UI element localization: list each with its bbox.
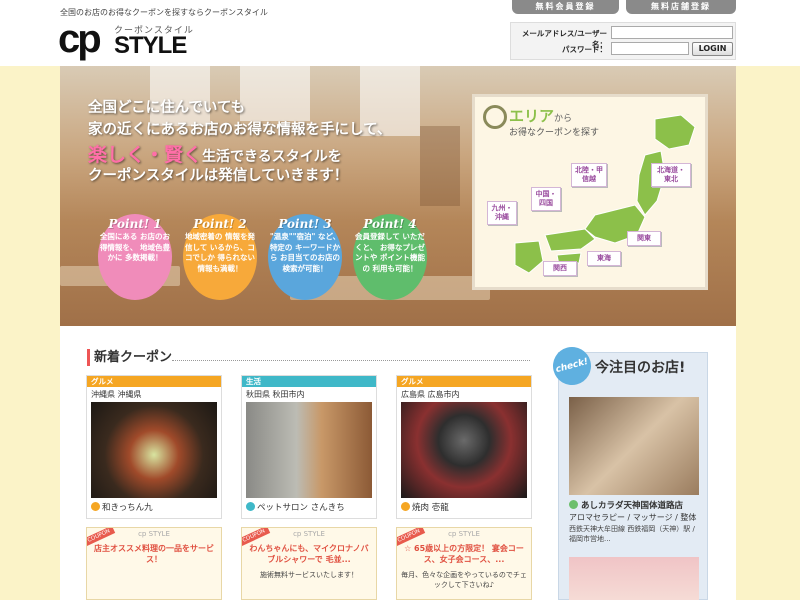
card-photo[interactable] (246, 402, 372, 498)
right-band (736, 66, 800, 600)
area-search-box: エリアから お得なクーポンを探す 北海道・東北 北陸・甲信越 中国・四国 九州・… (472, 94, 708, 290)
point-3-badge: Point! 3 "温泉""宿泊" など、特定の キーワードから お目当てのお店… (268, 214, 342, 300)
site-logo[interactable]: cp クーポンスタイル STYLE (58, 18, 198, 60)
point-2-body: 地域密着の 情報を発信して いるから、ココでしか 得られない 情報も満載！ (184, 232, 256, 273)
login-form: メールアドレス/ユーザー名： パスワード： LOGIN (510, 22, 736, 60)
coupon-offer: わんちゃんにも、マイクロナノバブルシャワーで 毛並... (249, 544, 369, 564)
hero-line-3-rest: 生活できるスタイルを (202, 149, 342, 165)
region-tokai-button[interactable]: 東海 (587, 251, 621, 266)
card-shop-name-text: 和きっちん九 (102, 503, 153, 513)
featured-title: 今注目のお店! (595, 360, 686, 376)
coupon-card[interactable]: グルメ 広島県 広島市内 焼肉 壱龍 (396, 375, 532, 519)
featured-shop-address: 西鉄天神大牟田線 西鉄福岡（天神）駅 / 福岡市営地... (569, 525, 695, 543)
free-shop-register-button[interactable]: 無料店舗登録 (626, 0, 736, 14)
point-4-head: Point! 4 (363, 217, 417, 231)
section-divider (172, 360, 530, 361)
card-shop-name-text: ペットサロン さんきち (257, 503, 345, 513)
coupon-ticket[interactable]: COUPON cp STYLE 店主オススメ料理の一品をサービス！ (86, 527, 222, 600)
gourmet-icon (91, 502, 100, 511)
coupon-card[interactable]: グルメ 沖縄県 沖縄県 和きっちん九 (86, 375, 222, 519)
area-title-main: エリア (509, 107, 555, 125)
magnifier-icon (483, 105, 507, 129)
hero-line-3: 楽しく・賢く生活できるスタイルを (88, 140, 342, 167)
hero-line-2: 家の近くにあるお店のお得な情報を手にして、 (88, 122, 392, 138)
logo-style: STYLE (114, 32, 187, 59)
coupon-ticket[interactable]: COUPON cp STYLE ☆ 65歳以上の方限定！ 宴会コース、女子会コー… (396, 527, 532, 600)
coupon-note (87, 565, 221, 570)
point-2-badge: Point! 2 地域密着の 情報を発信して いるから、ココでしか 得られない … (183, 214, 257, 300)
region-hokkaido-tohoku-button[interactable]: 北海道・東北 (651, 163, 691, 187)
point-4-body: 会員登録して いただくと、 お得なプレゼントや ポイント機能の 利用も可能！ (354, 232, 426, 273)
gourmet-icon (401, 502, 410, 511)
area-subtitle: お得なクーポンを探す (509, 128, 600, 138)
region-hokuriku-koshinetsu-button[interactable]: 北陸・甲信越 (571, 163, 607, 187)
point-3-body: "温泉""宿泊" など、特定の キーワードから お目当てのお店の 検索が可能！ (269, 232, 341, 273)
new-coupons-heading: 新着クーポン (87, 349, 172, 366)
check-badge: check! (548, 342, 596, 390)
point-1-badge: Point! 1 全国にある お店のお得情報を、 地域色豊かに 多数掲載！ (98, 214, 172, 300)
featured-shop-photo[interactable] (569, 397, 699, 495)
free-member-register-button[interactable]: 無料会員登録 (512, 0, 619, 14)
region-chugoku-shikoku-button[interactable]: 中国・四国 (531, 187, 561, 211)
left-band (0, 66, 60, 600)
card-shop-name-text: 焼肉 壱龍 (412, 503, 449, 513)
email-field[interactable] (611, 26, 733, 39)
card-location: 沖縄県 沖縄県 (91, 390, 142, 399)
hero-banner: 全国どこに住んでいても 家の近くにあるお店のお得な情報を手にして、 楽しく・賢く… (60, 66, 736, 326)
card-photo[interactable] (91, 402, 217, 498)
region-kyushu-okinawa-button[interactable]: 九州・沖縄 (487, 201, 517, 225)
hero-line-1: 全国どこに住んでいても (88, 100, 246, 116)
point-1-body: 全国にある お店のお得情報を、 地域色豊かに 多数掲載！ (99, 232, 171, 262)
hero-highlight: 楽しく・賢く (88, 144, 203, 166)
card-category: グルメ (87, 376, 221, 387)
password-label: パスワード： (562, 45, 607, 54)
card-photo[interactable] (401, 402, 527, 498)
hero-line-4: クーポンスタイルは発信していきます！ (88, 168, 349, 184)
region-kanto-button[interactable]: 関東 (627, 231, 661, 246)
card-shop-name[interactable]: ペットサロン さんきち (242, 498, 376, 513)
featured-shop-name[interactable]: あしカラダ天神国体道路店 (569, 499, 683, 511)
region-kansai-button[interactable]: 関西 (543, 261, 577, 276)
login-button[interactable]: LOGIN (692, 42, 733, 56)
point-3-head: Point! 3 (278, 217, 332, 231)
coupon-offer: ☆ 65歳以上の方限定！ 宴会コース、女子会コース、... (404, 544, 524, 564)
coupon-offer: 店主オススメ料理の一品をサービス！ (94, 544, 214, 564)
coupon-ticket[interactable]: COUPON cp STYLE わんちゃんにも、マイクロナノバブルシャワーで 毛… (241, 527, 377, 600)
featured-shop-photo-2[interactable] (569, 557, 699, 600)
featured-shop-widget: check! 今注目のお店! あしカラダ天神国体道路店 アロマセラピー / マッ… (548, 342, 708, 600)
beauty-icon (569, 500, 578, 509)
point-4-badge: Point! 4 会員登録して いただくと、 お得なプレゼントや ポイント機能の… (353, 214, 427, 300)
point-2-head: Point! 2 (193, 217, 247, 231)
featured-shop-category: アロマセラピー / マッサージ / 整体 (569, 513, 697, 522)
card-category: 生活 (242, 376, 376, 387)
point-1-head: Point! 1 (108, 217, 162, 231)
logo-cp: cp (58, 17, 102, 61)
card-category: グルメ (397, 376, 531, 387)
featured-shop-name-text: あしカラダ天神国体道路店 (581, 501, 684, 511)
card-location: 広島県 広島市内 (401, 390, 460, 399)
life-icon (246, 502, 255, 511)
coupon-card[interactable]: 生活 秋田県 秋田市内 ペットサロン さんきち (241, 375, 377, 519)
card-location: 秋田県 秋田市内 (246, 390, 305, 399)
coupon-note: 施術無料サービスいたします！ (260, 571, 358, 579)
bg-shelf (420, 126, 460, 206)
coupon-note: 毎月、色々な企画をやっているのでチェックして下さいね♪ (401, 571, 527, 589)
card-shop-name[interactable]: 焼肉 壱龍 (397, 498, 531, 513)
area-title-suffix: から (554, 114, 573, 124)
bg-window (240, 66, 310, 121)
site-header: 全国のお店のお得なクーポンを探すならクーポンスタイル cp クーポンスタイル S… (0, 0, 800, 66)
card-shop-name[interactable]: 和きっちん九 (87, 498, 221, 513)
password-field[interactable] (611, 42, 689, 55)
area-title: エリアから (509, 105, 572, 126)
